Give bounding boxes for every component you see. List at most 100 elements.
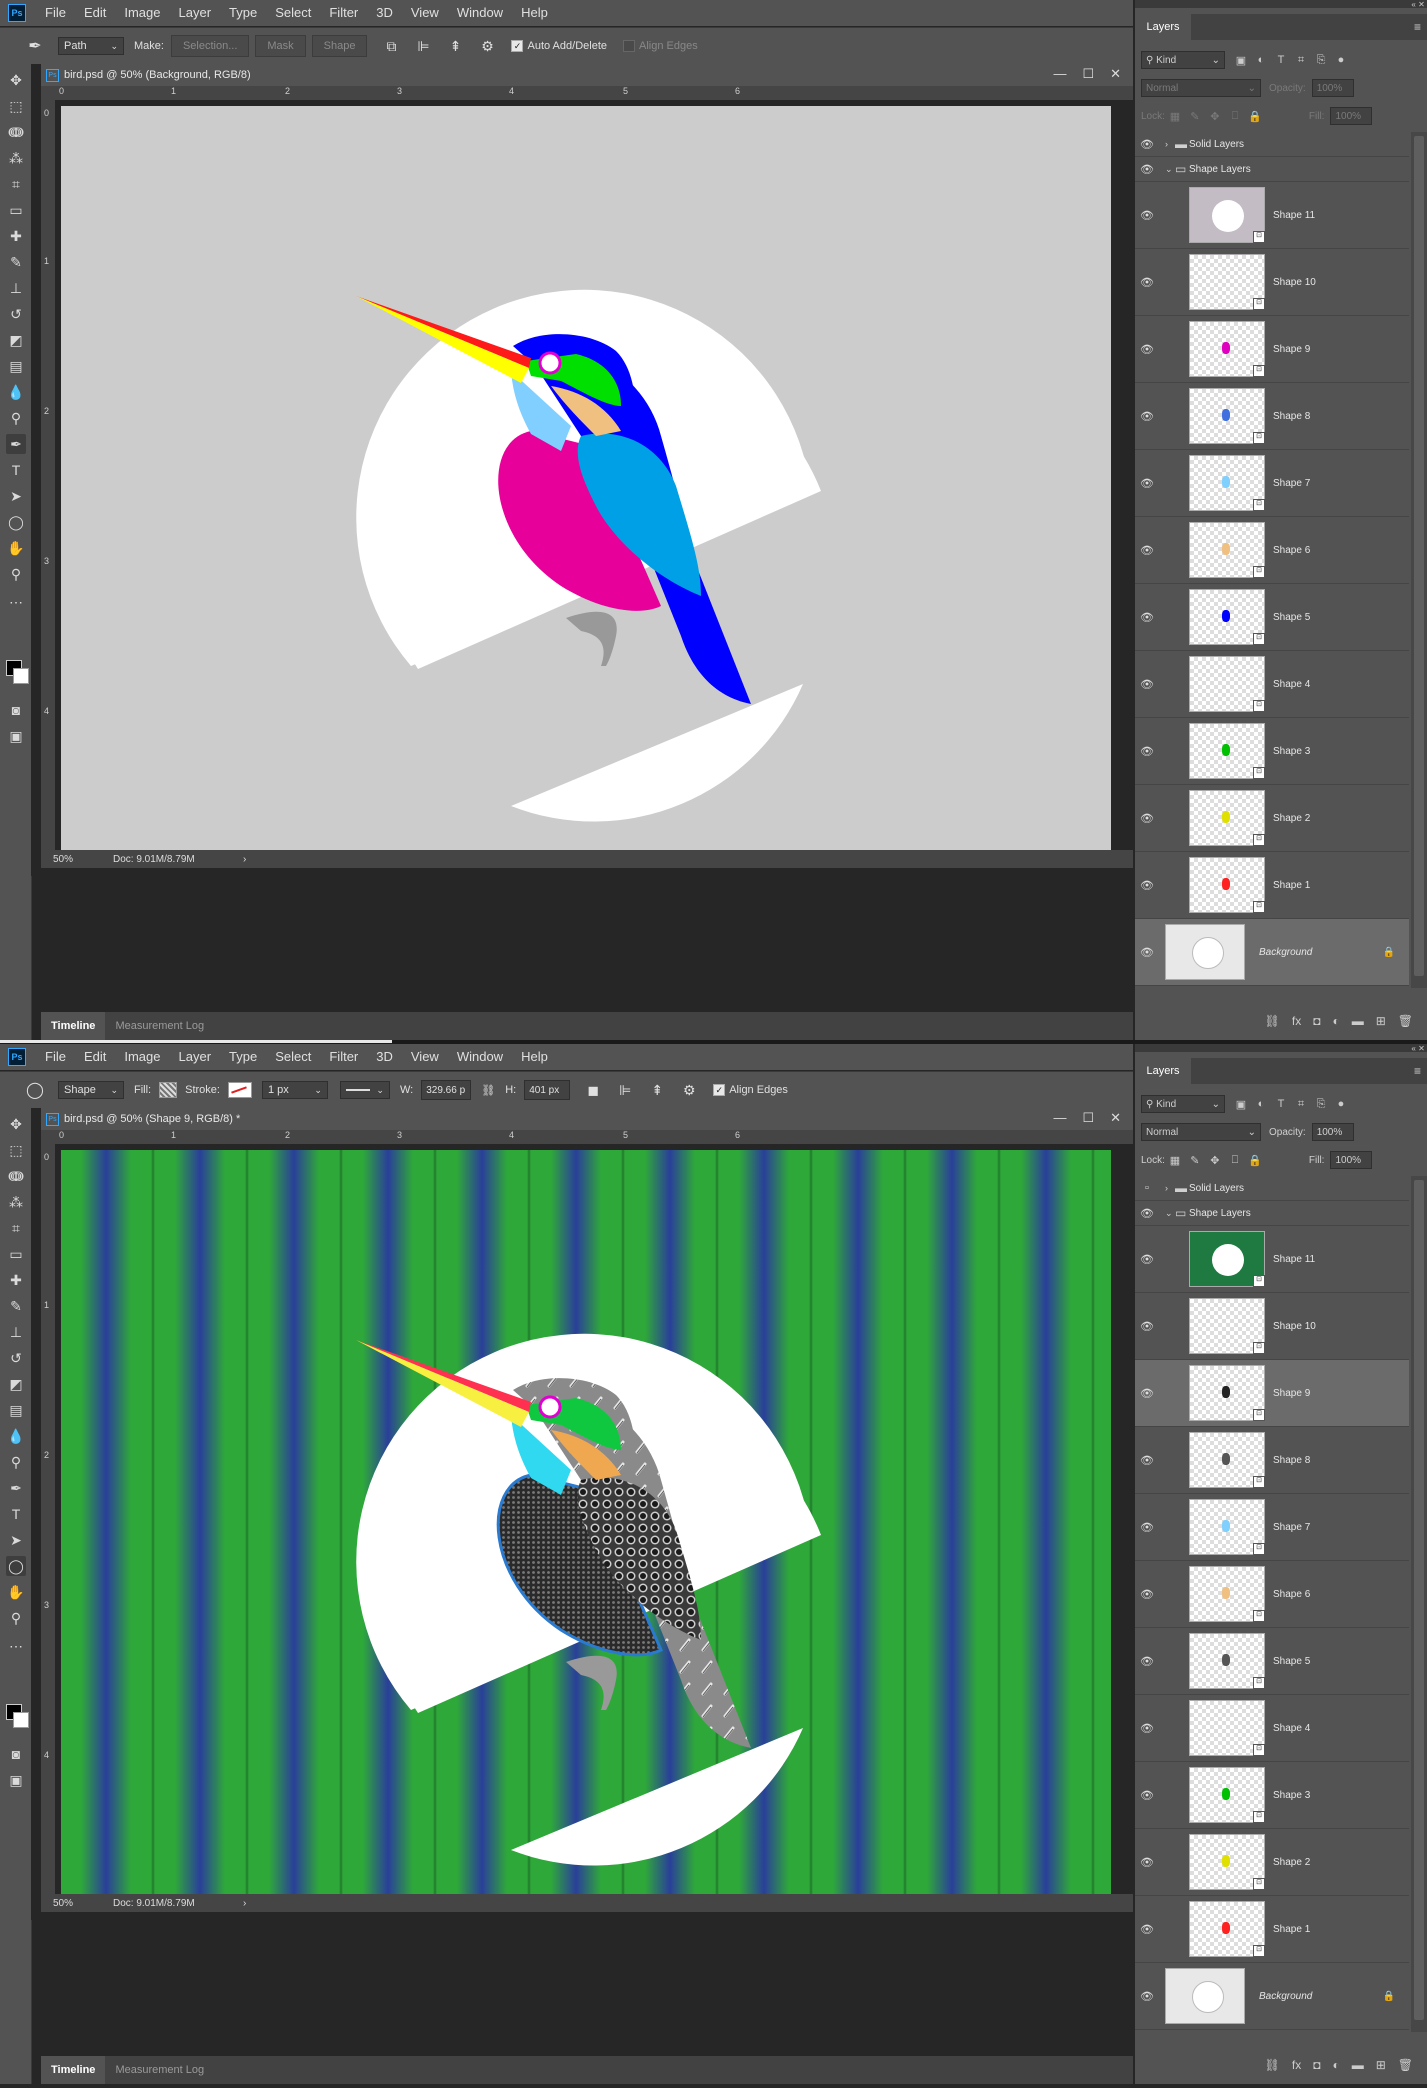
eraser-tool-icon[interactable]: ◩ — [6, 330, 26, 350]
menu-select[interactable]: Select — [266, 0, 320, 26]
lock-artboard-icon[interactable]: ⎕ — [1225, 110, 1245, 123]
layer-group-shape[interactable]: 👁 ⌄ ▭ Shape Layers — [1135, 1201, 1409, 1226]
blend-mode-dropdown[interactable]: Normal ⌄ — [1141, 79, 1261, 97]
fill-field[interactable]: 100% — [1330, 107, 1373, 125]
ellipse-tool-icon[interactable]: ◯ — [6, 512, 26, 532]
path-alignment-icon[interactable]: ⊫ — [412, 35, 434, 57]
lock-transparent-icon[interactable]: ▦ — [1165, 1154, 1185, 1167]
make-mask-button[interactable]: Mask — [255, 35, 306, 57]
layer-row[interactable]: 👁 ⊡ Shape 8 — [1135, 1427, 1409, 1494]
path-arrangement-icon[interactable]: ⇞ — [444, 35, 466, 57]
ruler-tool-icon[interactable]: ▭ — [6, 1244, 26, 1264]
layers-panel-title[interactable]: Layers — [1135, 1058, 1191, 1084]
gear-icon[interactable]: ⚙ — [476, 35, 498, 57]
filter-type-icon[interactable]: T — [1271, 1098, 1291, 1110]
lock-image-icon[interactable]: ✎ — [1185, 110, 1205, 123]
blend-mode-dropdown[interactable]: Normal ⌄ — [1141, 1123, 1261, 1141]
brush-tool-icon[interactable]: ✎ — [6, 252, 26, 272]
filter-toggle-icon[interactable]: ● — [1331, 1098, 1351, 1110]
new-layer-icon[interactable]: ⊞ — [1376, 1014, 1386, 1028]
add-mask-icon[interactable]: ◘ — [1313, 1014, 1320, 1028]
stroke-type-dropdown[interactable]: ⌄ — [339, 1081, 390, 1099]
layer-row[interactable]: 👁 ⊡ Shape 2 — [1135, 785, 1409, 852]
menu-3d[interactable]: 3D — [367, 0, 402, 26]
menu-type[interactable]: Type — [220, 0, 266, 26]
height-field[interactable]: 401 px — [524, 1080, 571, 1100]
menu-layer[interactable]: Layer — [170, 0, 221, 26]
stroke-width-field[interactable]: 1 px ⌄ — [261, 1081, 328, 1099]
quick-mask-icon[interactable]: ◙ — [6, 1744, 26, 1764]
screen-mode-icon[interactable]: ▣ — [6, 726, 26, 746]
move-tool-icon[interactable]: ✥ — [6, 1114, 26, 1134]
eye-icon[interactable]: 👁 — [1135, 410, 1159, 423]
eye-icon[interactable]: 👁 — [1135, 1856, 1159, 1869]
layer-thumbnail[interactable]: ⊡ — [1189, 1499, 1265, 1555]
canvas[interactable] — [61, 106, 1111, 855]
stroke-swatch[interactable] — [227, 1082, 252, 1098]
eye-icon[interactable]: 👁 — [1135, 1990, 1159, 2003]
layer-thumbnail[interactable]: ⊡ — [1189, 321, 1265, 377]
dodge-tool-icon[interactable]: ⚲ — [6, 1452, 26, 1472]
auto-add-delete-checkbox[interactable]: ✓ Auto Add/Delete — [511, 40, 607, 52]
menu-help[interactable]: Help — [512, 0, 557, 26]
eye-icon[interactable]: 👁 — [1135, 1253, 1159, 1266]
lock-icon[interactable]: 🔒 — [1383, 1991, 1395, 2002]
layer-row[interactable]: 👁 ⊡ Shape 3 — [1135, 1762, 1409, 1829]
filter-smart-object-icon[interactable]: ⎘ — [1311, 54, 1331, 67]
layer-row[interactable]: 👁 ⊡ Shape 3 — [1135, 718, 1409, 785]
layer-group-solid[interactable]: ▫ › ▬ Solid Layers — [1135, 1176, 1409, 1201]
layer-thumbnail[interactable]: ⊡ — [1189, 187, 1265, 243]
layer-thumbnail[interactable]: ⊡ — [1189, 1700, 1265, 1756]
layer-row[interactable]: 👁 ⊡ Shape 6 — [1135, 1561, 1409, 1628]
menu-select[interactable]: Select — [266, 1044, 320, 1070]
tab-measurement-log[interactable]: Measurement Log — [105, 1012, 214, 1040]
layer-row[interactable]: 👁 ⊡ Shape 4 — [1135, 651, 1409, 718]
layer-row[interactable]: 👁 ⊡ Shape 1 — [1135, 1896, 1409, 1963]
layer-row[interactable]: 👁 ⊡ Shape 8 — [1135, 383, 1409, 450]
align-edges-checkbox[interactable]: Align Edges — [623, 40, 698, 52]
tool-mode-dropdown[interactable]: Shape ⌄ — [58, 1081, 124, 1099]
layer-thumbnail[interactable]: ⊡ — [1189, 589, 1265, 645]
document-tab[interactable]: Ps bird.psd @ 50% (Shape 9, RGB/8) * — ☐ ✕ — [41, 1108, 1133, 1130]
layers-panel-title[interactable]: Layers — [1135, 14, 1191, 40]
eye-icon[interactable]: 👁 — [1135, 1454, 1159, 1467]
layer-thumbnail[interactable]: ⊡ — [1189, 1432, 1265, 1488]
layer-thumbnail[interactable]: ⊡ — [1189, 388, 1265, 444]
eye-icon[interactable]: 👁 — [1135, 1789, 1159, 1802]
lasso-tool-icon[interactable]: ↈ — [6, 122, 26, 142]
minimize-icon[interactable]: — — [1053, 66, 1066, 82]
new-group-icon[interactable]: ▬ — [1352, 2058, 1364, 2072]
layer-row-background[interactable]: 👁 Background 🔒 — [1135, 1963, 1409, 2030]
pen-tool-icon[interactable]: ✒ — [6, 1478, 26, 1498]
lock-artboard-icon[interactable]: ⎕ — [1225, 1154, 1245, 1167]
layer-row[interactable]: 👁 ⊡ Shape 2 — [1135, 1829, 1409, 1896]
layer-row[interactable]: 👁 ⊡ Shape 9 — [1135, 316, 1409, 383]
eye-icon[interactable]: 👁 — [1135, 1655, 1159, 1668]
eye-icon[interactable]: 👁 — [1135, 812, 1159, 825]
brush-tool-icon[interactable]: ✎ — [6, 1296, 26, 1316]
tab-measurement-log[interactable]: Measurement Log — [105, 2056, 214, 2084]
clone-stamp-icon[interactable]: ⊥ — [6, 1322, 26, 1342]
fx-icon[interactable]: fx — [1292, 1014, 1301, 1028]
new-layer-icon[interactable]: ⊞ — [1376, 2058, 1386, 2072]
layer-row-background[interactable]: 👁 Background 🔒 — [1135, 919, 1409, 986]
layer-group-shape[interactable]: 👁 ⌄ ▭ Shape Layers — [1135, 157, 1409, 182]
eye-icon[interactable]: 👁 — [1135, 611, 1159, 624]
menu-layer[interactable]: Layer — [170, 1044, 221, 1070]
maximize-icon[interactable]: ☐ — [1082, 66, 1094, 82]
layer-thumbnail[interactable]: ⊡ — [1189, 1365, 1265, 1421]
lasso-tool-icon[interactable]: ↈ — [6, 1166, 26, 1186]
eye-icon[interactable]: 👁 — [1135, 209, 1159, 222]
eye-icon[interactable]: 👁 — [1135, 544, 1159, 557]
layer-row[interactable]: 👁 ⊡ Shape 4 — [1135, 1695, 1409, 1762]
eye-icon[interactable]: 👁 — [1135, 163, 1159, 176]
dodge-tool-icon[interactable]: ⚲ — [6, 408, 26, 428]
blur-tool-icon[interactable]: 💧 — [6, 382, 26, 402]
eye-icon[interactable]: 👁 — [1135, 1923, 1159, 1936]
layer-row[interactable]: 👁 ⊡ Shape 11 — [1135, 1226, 1409, 1293]
eye-icon[interactable]: 👁 — [1135, 1588, 1159, 1601]
layer-thumbnail[interactable]: ⊡ — [1189, 857, 1265, 913]
magic-wand-tool-icon[interactable]: ⁂ — [6, 148, 26, 168]
add-mask-icon[interactable]: ◘ — [1313, 2058, 1320, 2072]
lock-all-icon[interactable]: 🔒 — [1245, 1154, 1265, 1167]
